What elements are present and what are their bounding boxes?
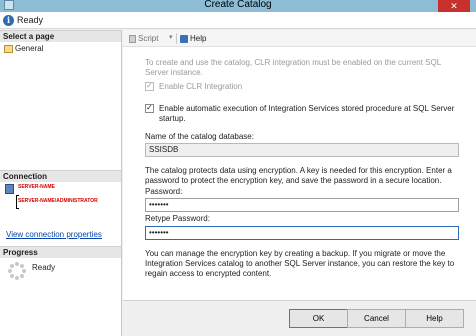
window-title: Create Catalog [204,0,272,10]
script-label: Script [138,34,159,43]
cancel-button[interactable]: Cancel [347,309,406,328]
catalog-name-field: SSISDB [145,143,459,157]
progress-spinner-icon [8,262,26,280]
help-label: Help [190,34,207,43]
script-dropdown-icon[interactable]: ▾ [169,33,173,41]
server-icon [5,184,14,194]
user-name: SERVER-NAME\ADMINISTRATOR [18,198,98,204]
progress-header: Progress [0,246,121,258]
retype-password-label: Retype Password: [145,214,210,223]
page-item-general[interactable]: General [4,44,43,53]
help-icon [180,34,188,43]
view-connection-properties-link[interactable]: View connection properties [6,230,102,239]
enable-clr-row: Enable CLR Integration [145,81,243,92]
encryption-note: The catalog protects data using encrypti… [145,166,452,185]
connection-header: Connection [0,170,121,182]
auto-exec-label: Enable automatic execution of Integratio… [159,104,455,123]
main-pane: Script ▾ Help To create and use the cata… [123,30,476,300]
help-button[interactable]: Help [405,309,464,328]
server-name: SERVER-NAME [18,184,55,190]
status-bar: i Ready [0,12,476,29]
clr-note: To create and use the catalog, CLR integ… [145,58,441,77]
button-bar: OK Cancel Help [123,300,476,336]
backup-note: You can manage the encryption key by cre… [145,249,455,278]
close-button[interactable]: ✕ [438,0,470,12]
progress-status: Ready [32,263,56,272]
left-pane: Select a page General Connection SERVER-… [0,30,122,336]
auto-exec-checkbox[interactable] [145,103,154,113]
help-toolbar-button[interactable]: Help [180,34,206,43]
catalog-name-label: Name of the catalog database: [145,132,254,141]
title-bar: Create Catalog ✕ [0,0,476,12]
enable-clr-checkbox [145,81,154,91]
toolbar-divider [176,33,177,44]
script-icon [129,34,136,43]
page-item-label: General [15,44,44,53]
password-label: Password: [145,187,183,196]
enable-clr-label: Enable CLR Integration [159,82,243,91]
ok-button[interactable]: OK [289,309,348,328]
page-icon [4,44,13,53]
info-icon: i [3,15,14,26]
password-field[interactable]: ••••••• [145,198,459,212]
status-text: Ready [17,15,44,25]
retype-password-field[interactable]: ••••••• [145,226,459,240]
select-page-header: Select a page [0,30,121,42]
auto-exec-row: Enable automatic execution of Integratio… [145,103,463,124]
toolbar: Script ▾ Help [123,30,476,47]
script-button[interactable]: Script [129,34,158,43]
